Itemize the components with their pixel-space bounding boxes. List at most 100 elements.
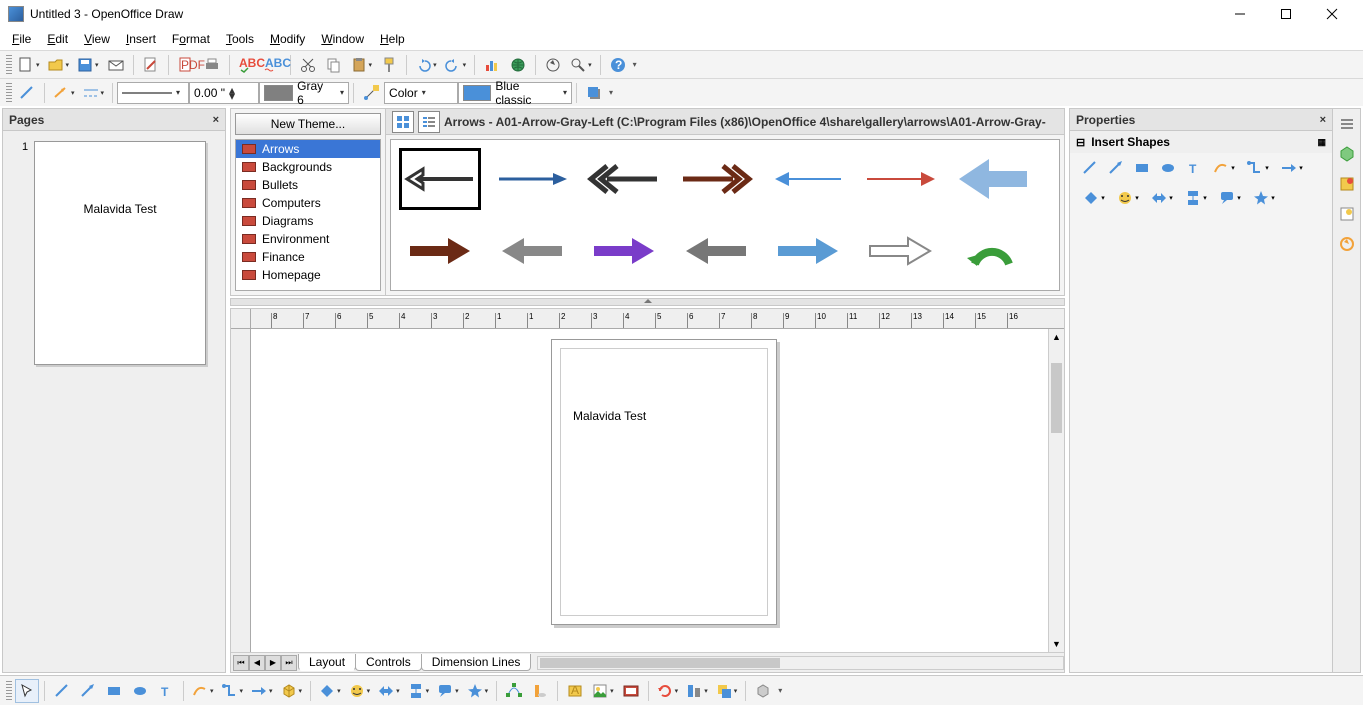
lines-arrows-button[interactable] <box>248 679 276 703</box>
menu-window[interactable]: Window <box>313 30 372 48</box>
toolbar-grip[interactable] <box>6 83 12 103</box>
connector-tool-button[interactable] <box>1242 157 1274 179</box>
arrow-line-tool-button[interactable] <box>1104 157 1128 179</box>
gallery-item[interactable] <box>859 220 941 282</box>
toolbar-overflow-icon[interactable] <box>633 60 643 69</box>
edit-file-button[interactable] <box>139 53 163 77</box>
gallery-icon-view-button[interactable] <box>392 111 414 133</box>
sidebar-styles-icon[interactable] <box>1336 173 1358 195</box>
symbol-shapes-button[interactable] <box>346 679 374 703</box>
vertical-scrollbar[interactable]: ▲▼ <box>1048 329 1064 652</box>
tab-first-button[interactable]: ⏮ <box>233 655 249 671</box>
new-button[interactable] <box>15 53 43 77</box>
gallery-item[interactable] <box>951 220 1033 282</box>
arrow-line-tool-button[interactable] <box>76 679 100 703</box>
symbol-shapes-button[interactable] <box>1112 187 1144 209</box>
sidebar-gallery-icon[interactable] <box>1336 143 1358 165</box>
zoom-button[interactable] <box>567 53 595 77</box>
menu-insert[interactable]: Insert <box>118 30 164 48</box>
fill-type-combo[interactable]: Color▾ <box>384 82 458 104</box>
text-tool-button[interactable]: T <box>1182 157 1206 179</box>
line-style-button[interactable] <box>80 81 108 105</box>
email-button[interactable] <box>104 53 128 77</box>
menu-modify[interactable]: Modify <box>262 30 313 48</box>
menu-format[interactable]: Format <box>164 30 218 48</box>
from-file-button[interactable] <box>589 679 617 703</box>
window-maximize-button[interactable] <box>1263 0 1309 28</box>
line-tool-button[interactable] <box>50 679 74 703</box>
format-paintbrush-button[interactable] <box>377 53 401 77</box>
rectangle-tool-button[interactable] <box>1130 157 1154 179</box>
area-properties-button[interactable] <box>359 81 383 105</box>
window-minimize-button[interactable] <box>1217 0 1263 28</box>
gallery-item[interactable] <box>951 148 1033 210</box>
save-button[interactable] <box>74 53 102 77</box>
theme-item-finance[interactable]: Finance <box>236 248 380 266</box>
flowchart-button[interactable] <box>1180 187 1212 209</box>
block-arrows-button[interactable] <box>375 679 403 703</box>
vertical-ruler[interactable] <box>231 329 251 652</box>
navigator-button[interactable] <box>541 53 565 77</box>
gallery-item[interactable] <box>675 148 757 210</box>
tab-controls[interactable]: Controls <box>355 654 422 671</box>
menu-file[interactable]: File <box>4 30 39 48</box>
line-width-combo[interactable]: 0.00 "▴▾ <box>189 82 259 104</box>
flowchart-button[interactable] <box>405 679 433 703</box>
line-properties-button[interactable] <box>15 81 39 105</box>
toolbar-overflow-icon[interactable] <box>609 88 619 97</box>
hyperlink-button[interactable] <box>506 53 530 77</box>
theme-item-diagrams[interactable]: Diagrams <box>236 212 380 230</box>
theme-item-environment[interactable]: Environment <box>236 230 380 248</box>
spellcheck-button[interactable]: ABC <box>235 53 259 77</box>
insert-shapes-section-header[interactable]: Insert Shapes▦ <box>1070 131 1332 153</box>
diamond-shapes-button[interactable] <box>1078 187 1110 209</box>
menu-tools[interactable]: Tools <box>218 30 262 48</box>
theme-item-arrows[interactable]: Arrows <box>236 140 380 158</box>
glue-points-button[interactable] <box>528 679 552 703</box>
tab-last-button[interactable]: ⏭ <box>281 655 297 671</box>
align-button[interactable] <box>683 679 711 703</box>
horizontal-ruler[interactable]: 8765432112345678910111213141516 <box>251 309 1064 329</box>
callouts-button[interactable] <box>1214 187 1246 209</box>
open-button[interactable] <box>45 53 73 77</box>
pages-panel-close-icon[interactable]: × <box>213 114 219 126</box>
connector-tool-button[interactable] <box>219 679 247 703</box>
3d-objects-button[interactable] <box>278 679 306 703</box>
gallery-button[interactable] <box>619 679 643 703</box>
theme-list[interactable]: Arrows Backgrounds Bullets Computers Dia… <box>235 139 381 291</box>
fontwork-button[interactable]: A <box>563 679 587 703</box>
sidebar-properties-icon[interactable] <box>1336 113 1358 135</box>
paste-button[interactable] <box>348 53 376 77</box>
section-more-icon[interactable]: ▦ <box>1317 137 1326 148</box>
block-arrows-button[interactable] <box>1146 187 1178 209</box>
selection-tool-button[interactable] <box>15 679 39 703</box>
gallery-item[interactable] <box>399 220 481 282</box>
sidebar-navigator-icon[interactable] <box>1336 203 1358 225</box>
gallery-splitter[interactable] <box>230 298 1065 306</box>
gallery-item[interactable] <box>399 148 481 210</box>
copy-button[interactable] <box>322 53 346 77</box>
arrange-button[interactable] <box>713 679 741 703</box>
page[interactable]: Malavida Test <box>551 339 777 625</box>
horizontal-scrollbar[interactable] <box>537 656 1064 670</box>
canvas[interactable]: Malavida Test <box>251 329 1048 652</box>
gallery-item[interactable] <box>767 148 849 210</box>
window-close-button[interactable] <box>1309 0 1355 28</box>
redo-button[interactable] <box>442 53 470 77</box>
print-button[interactable] <box>200 53 224 77</box>
theme-item-homepage[interactable]: Homepage <box>236 266 380 284</box>
stars-button[interactable] <box>464 679 492 703</box>
text-tool-button[interactable]: T <box>154 679 178 703</box>
basic-shapes-button[interactable] <box>316 679 344 703</box>
callouts-button[interactable] <box>434 679 462 703</box>
ellipse-tool-button[interactable] <box>1156 157 1180 179</box>
undo-button[interactable] <box>412 53 440 77</box>
auto-spellcheck-button[interactable]: ABC <box>261 53 285 77</box>
theme-item-bullets[interactable]: Bullets <box>236 176 380 194</box>
gallery-item[interactable] <box>491 148 573 210</box>
chart-button[interactable] <box>480 53 504 77</box>
gallery-item[interactable] <box>859 148 941 210</box>
menu-edit[interactable]: Edit <box>39 30 76 48</box>
menu-help[interactable]: Help <box>372 30 413 48</box>
gallery-item[interactable] <box>583 148 665 210</box>
